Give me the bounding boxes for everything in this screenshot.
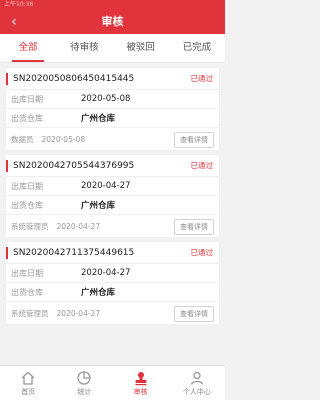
order-card-header: SN20200508064504154​45 已通过 — [6, 68, 219, 90]
operator-name: 系统管理员 — [11, 308, 49, 318]
view-detail-button[interactable]: 查看详情 — [174, 306, 214, 322]
order-card-footer: 系统管理员 2020-04-27 查看详情 — [6, 302, 219, 324]
nav-profile[interactable]: 个人中心 — [169, 366, 225, 400]
out-date-row: 出库日期 2020-04-27 — [6, 264, 219, 283]
page-title: 审核 — [101, 15, 124, 28]
warehouse-row: 出货仓库 广州仓库 — [6, 283, 219, 302]
order-number: SN2020042705544376995 — [13, 160, 135, 171]
stats-icon — [77, 371, 92, 385]
tab-completed[interactable]: 已完成 — [169, 34, 225, 62]
order-card-header: SN2020042705544376995 已通过 — [6, 155, 219, 177]
warehouse-value: 广州仓库 — [81, 114, 116, 124]
filter-tabs: 全部 待审核 被驳回 已完成 — [0, 34, 225, 63]
home-icon — [21, 371, 35, 385]
tab-rejected[interactable]: 被驳回 — [113, 34, 169, 62]
order-card[interactable]: SN20200508064504154​45 已通过 出库日期 2020-05-… — [6, 68, 219, 150]
bottom-nav: 首页 统计 审核 个人中心 — [0, 365, 225, 400]
nav-profile-label: 个人中心 — [182, 388, 211, 396]
back-arrow-icon: ‹ — [11, 14, 17, 30]
out-date-row: 出库日期 2020-05-08 — [6, 90, 219, 109]
order-list: SN20200508064504154​45 已通过 出库日期 2020-05-… — [0, 68, 225, 324]
warehouse-label: 出货仓库 — [11, 200, 43, 210]
back-button[interactable]: ‹ — [4, 10, 24, 34]
out-date-value: 2020-04-27 — [81, 181, 131, 191]
title-bar: ‹ 审核 — [0, 10, 225, 34]
warehouse-value: 广州仓库 — [81, 201, 116, 211]
accent-bar — [6, 246, 8, 259]
nav-review[interactable]: 审核 — [113, 366, 169, 400]
operator-name: 数据员 — [11, 134, 34, 144]
out-date-label: 出库日期 — [11, 181, 43, 191]
order-card-header: SN2020042711375449615 已通过 — [6, 242, 219, 264]
out-date-label: 出库日期 — [11, 268, 43, 278]
status-badge: 已通过 — [190, 161, 214, 170]
view-detail-button[interactable]: 查看详情 — [174, 132, 214, 148]
order-card-footer: 数据员 2020-05-08 查看详情 — [6, 128, 219, 150]
warehouse-row: 出货仓库 广州仓库 — [6, 109, 219, 128]
out-date-value: 2020-05-08 — [81, 94, 131, 104]
status-bar: 上午10:36 — [0, 0, 225, 10]
status-time: 上午10:36 — [4, 1, 34, 8]
nav-stats-label: 统计 — [77, 388, 92, 396]
operation-date: 2020-05-08 — [41, 134, 86, 144]
out-date-label: 出库日期 — [11, 94, 43, 104]
order-card-footer: 系统管理员 2020-04-27 查看详情 — [6, 215, 219, 237]
order-number: SN2020042711375449615 — [13, 247, 135, 258]
operation-date: 2020-04-27 — [56, 221, 101, 231]
out-date-value: 2020-04-27 — [81, 268, 131, 278]
warehouse-row: 出货仓库 广州仓库 — [6, 196, 219, 215]
tab-pending[interactable]: 待审核 — [56, 34, 112, 62]
view-detail-button[interactable]: 查看详情 — [174, 219, 214, 235]
nav-home[interactable]: 首页 — [0, 366, 56, 400]
order-number: SN20200508064504154​45 — [13, 73, 135, 84]
accent-bar — [6, 159, 8, 172]
tab-all[interactable]: 全部 — [0, 34, 56, 62]
warehouse-label: 出货仓库 — [11, 287, 43, 297]
nav-home-label: 首页 — [21, 388, 36, 396]
review-icon — [135, 372, 147, 386]
order-card[interactable]: SN2020042711375449615 已通过 出库日期 2020-04-2… — [6, 242, 219, 324]
user-icon — [190, 371, 204, 385]
nav-review-label: 审核 — [133, 388, 148, 396]
nav-stats[interactable]: 统计 — [56, 366, 112, 400]
out-date-row: 出库日期 2020-04-27 — [6, 177, 219, 196]
warehouse-value: 广州仓库 — [81, 288, 116, 298]
accent-bar — [6, 72, 8, 85]
operation-date: 2020-04-27 — [56, 308, 101, 318]
operator-name: 系统管理员 — [11, 221, 49, 231]
warehouse-label: 出货仓库 — [11, 113, 43, 123]
order-card[interactable]: SN2020042705544376995 已通过 出库日期 2020-04-2… — [6, 155, 219, 237]
status-badge: 已通过 — [190, 74, 214, 83]
status-badge: 已通过 — [190, 248, 214, 257]
